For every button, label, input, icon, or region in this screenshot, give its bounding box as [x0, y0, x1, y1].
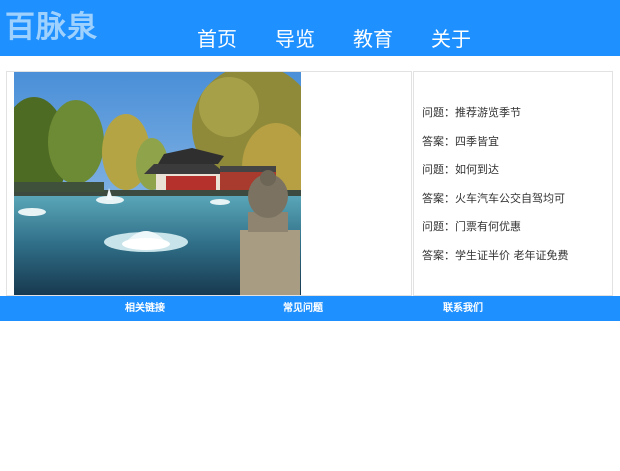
footer-contact[interactable]: 联系我们: [443, 296, 483, 321]
faq-text: 学生证半价 老年证免费: [455, 248, 569, 262]
photo-panel: [6, 71, 412, 296]
nav-home[interactable]: 首页: [197, 22, 237, 56]
faq-label: 问题：: [422, 106, 455, 119]
footer-related-links[interactable]: 相关链接: [125, 296, 165, 321]
faq-item: 答案：学生证半价 老年证免费: [422, 248, 569, 277]
site-footer: 相关链接 常见问题 联系我们: [0, 296, 620, 321]
faq-text: 门票有何优惠: [455, 220, 521, 233]
faq-item: 问题：如何到达: [422, 162, 569, 191]
spring-photo: [14, 72, 301, 295]
faq-panel: 问题：推荐游览季节 答案：四季皆宜 问题：如何到达 答案：火车汽车公交自驾均可 …: [413, 71, 613, 296]
faq-label: 问题：: [422, 163, 455, 176]
nav-about[interactable]: 关于: [431, 22, 471, 56]
spring-photo-image: [14, 72, 301, 295]
faq-text: 火车汽车公交自驾均可: [455, 191, 565, 205]
site-header: 百脉泉 首页 导览 教育 关于: [0, 0, 620, 56]
faq-label: 答案：: [422, 191, 455, 205]
faq-item: 答案：四季皆宜: [422, 134, 569, 163]
faq-label: 问题：: [422, 220, 455, 233]
faq-text: 推荐游览季节: [455, 106, 521, 119]
faq-text: 如何到达: [455, 163, 499, 176]
faq-item: 答案：火车汽车公交自驾均可: [422, 191, 569, 220]
main-nav: 首页 导览 教育 关于: [0, 22, 620, 56]
nav-education[interactable]: 教育: [353, 22, 393, 56]
faq-item: 问题：门票有何优惠: [422, 219, 569, 248]
faq-label: 答案：: [422, 134, 455, 148]
faq-item: 问题：推荐游览季节: [422, 105, 569, 134]
faq-label: 答案：: [422, 248, 455, 262]
footer-faq[interactable]: 常见问题: [283, 296, 323, 321]
faq-list: 问题：推荐游览季节 答案：四季皆宜 问题：如何到达 答案：火车汽车公交自驾均可 …: [422, 105, 569, 276]
nav-guide[interactable]: 导览: [275, 22, 315, 56]
faq-text: 四季皆宜: [455, 134, 499, 148]
